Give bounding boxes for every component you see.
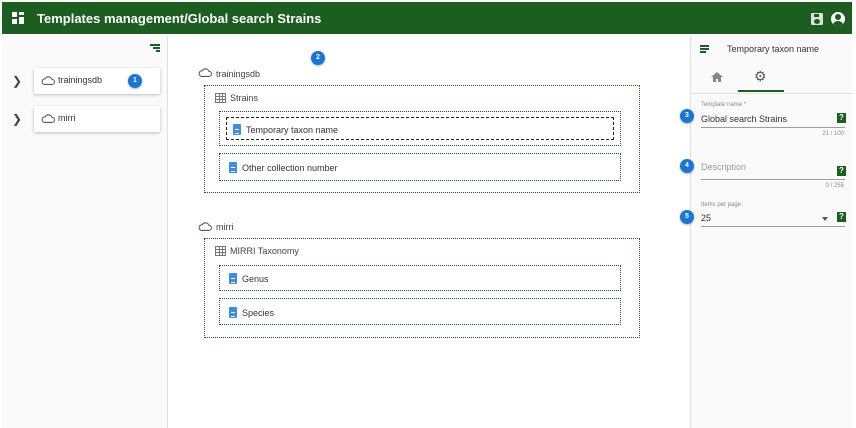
field-name: Genus xyxy=(242,274,269,284)
table-container[interactable]: MIRRI Taxonomy Genus Species xyxy=(204,238,640,338)
select-underline xyxy=(701,226,845,227)
template-canvas: 2 trainingsdb Strains Temporary taxon na… xyxy=(176,36,681,428)
table-name: MIRRI Taxonomy xyxy=(230,246,299,256)
step-badge: 1 xyxy=(128,74,142,88)
tab-home[interactable] xyxy=(693,64,739,92)
table-header: Strains xyxy=(215,93,258,103)
cloud-icon xyxy=(41,114,55,123)
input-underline xyxy=(701,127,845,128)
description-input[interactable]: Description xyxy=(701,162,746,172)
step-badge: 2 xyxy=(311,51,325,65)
gear-icon: ⚙ xyxy=(754,68,767,84)
document-icon xyxy=(229,307,237,318)
field-item-selected[interactable]: Temporary taxon name xyxy=(219,111,621,146)
items-per-page-select[interactable]: 25 xyxy=(701,213,711,223)
step-badge: 4 xyxy=(680,159,694,173)
tree-item-trainingsdb[interactable]: ❯ trainingsdb 1 xyxy=(2,68,168,94)
table-header: MIRRI Taxonomy xyxy=(215,246,299,256)
document-icon xyxy=(229,273,237,284)
cloud-icon xyxy=(198,222,212,231)
field-item[interactable]: Genus xyxy=(219,265,621,291)
step-badge: 5 xyxy=(680,210,694,224)
dropdown-arrow-icon[interactable] xyxy=(822,217,828,221)
table-container[interactable]: Strains Temporary taxon name Other colle… xyxy=(204,85,640,193)
canvas-database-name: mirri xyxy=(216,222,234,232)
field-item[interactable]: Other collection number xyxy=(219,153,621,181)
table-icon xyxy=(215,246,226,256)
database-name: trainingsdb xyxy=(58,75,103,85)
cloud-icon xyxy=(41,76,55,85)
apps-menu-icon[interactable] xyxy=(12,12,24,24)
field-name: Temporary taxon name xyxy=(246,125,339,135)
document-icon xyxy=(229,162,237,173)
save-icon[interactable] xyxy=(811,13,823,25)
help-icon[interactable]: ? xyxy=(837,212,846,222)
tree-item-mirri[interactable]: ❯ mirri xyxy=(2,106,168,132)
field-name: Species xyxy=(242,308,275,318)
chevron-right-icon[interactable]: ❯ xyxy=(12,74,22,88)
database-card[interactable]: trainingsdb 1 xyxy=(34,68,160,94)
chevron-right-icon[interactable]: ❯ xyxy=(12,112,22,126)
help-icon[interactable]: ? xyxy=(837,113,846,123)
tab-settings[interactable]: ⚙ xyxy=(738,64,784,92)
character-counter: 0 / 255 xyxy=(825,183,844,189)
database-name: mirri xyxy=(58,113,76,123)
sort-list-icon[interactable] xyxy=(150,44,160,54)
field-name: Other collection number xyxy=(242,163,338,173)
character-counter: 21 / 100 xyxy=(822,131,844,137)
cloud-icon xyxy=(198,68,212,77)
app-header: Templates management/Global search Strai… xyxy=(2,2,852,34)
canvas-database-name: trainingsdb xyxy=(216,69,261,79)
properties-panel: Temporary taxon name ⚙ 3 Template name *… xyxy=(680,36,853,428)
table-icon xyxy=(215,93,226,103)
help-icon[interactable]: ? xyxy=(837,166,846,176)
panel-title: Temporary taxon name xyxy=(727,44,820,54)
list-icon[interactable] xyxy=(700,45,710,54)
page-title: Templates management/Global search Strai… xyxy=(37,11,322,26)
field-item[interactable]: Species xyxy=(219,298,621,325)
template-name-input[interactable]: Global search Strains xyxy=(701,114,787,124)
step-badge: 3 xyxy=(680,109,694,123)
template-name-caption: Template name * xyxy=(701,102,747,108)
home-icon xyxy=(711,72,723,82)
document-icon xyxy=(233,124,241,135)
table-name: Strains xyxy=(230,93,259,103)
database-card[interactable]: mirri xyxy=(34,106,160,132)
database-tree-panel: ❯ trainingsdb 1 ❯ mirri xyxy=(2,36,168,428)
account-icon[interactable] xyxy=(831,12,845,26)
input-underline xyxy=(701,179,845,180)
tab-divider xyxy=(691,93,853,94)
items-per-page-caption: Items per page xyxy=(701,202,742,208)
